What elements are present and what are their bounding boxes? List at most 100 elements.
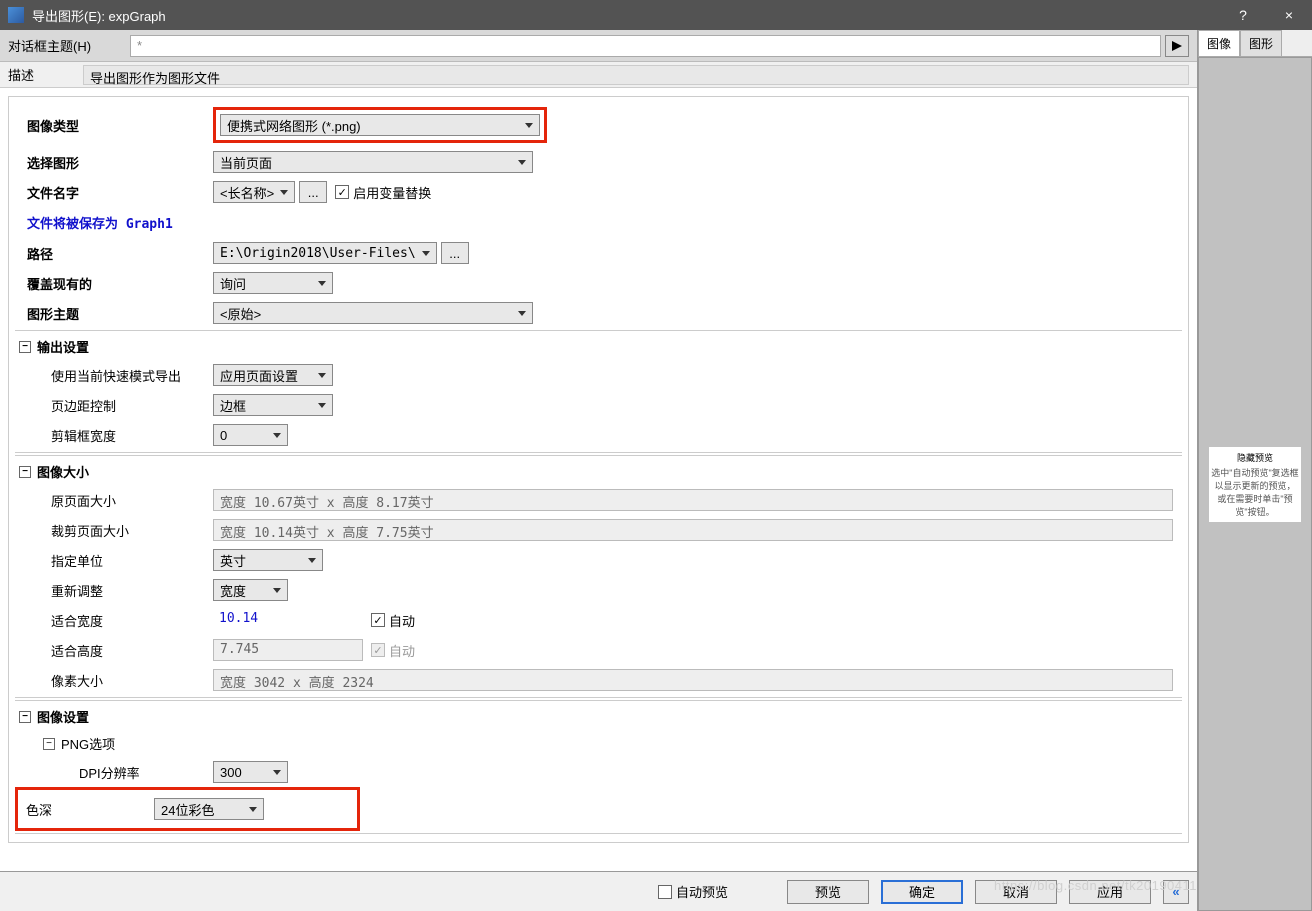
original-size-value: 宽度 10.67英寸 x 高度 8.17英寸 [213,489,1173,511]
preview-placeholder-hint3: 或在需要时单击"预览"按钮。 [1211,492,1299,518]
image-settings-title: 图像设置 [37,707,89,726]
fit-width-input[interactable]: 10.14 [213,609,363,631]
preview-tabs: 图像 图形 [1198,30,1312,57]
enable-var-substitution-checkbox[interactable]: 启用变量替换 [335,183,431,202]
path-select[interactable]: E:\Origin2018\User-Files\ [213,242,437,264]
image-settings-group: − 图像设置 − PNG选项 DPI分辨率 300 色深 24位彩色 [15,700,1182,834]
clip-width-select[interactable]: 0 [213,424,288,446]
preview-placeholder-hint1: 选中"自动预览"复选框 [1211,466,1299,479]
file-name-browse-button[interactable]: ... [299,181,327,203]
image-settings-header[interactable]: − 图像设置 [15,703,1182,730]
graph-theme-label: 图形主题 [23,304,213,323]
help-button[interactable]: ? [1220,0,1266,30]
image-type-highlight: 便携式网络图形 (*.png) [213,107,547,143]
app-icon [8,7,24,23]
fit-width-auto-checkbox[interactable]: 自动 [371,611,415,630]
graph-theme-select[interactable]: <原始> [213,302,533,324]
color-depth-row: 色深 24位彩色 [15,787,1182,831]
path-browse-button[interactable]: ... [441,242,469,264]
margin-select[interactable]: 边框 [213,394,333,416]
titlebar: 导出图形(E): expGraph ? × [0,0,1312,30]
left-panel: 对话框主题(H) * 描述 导出图形作为图形文件 图像类型 便携式网络图形 (*… [0,30,1198,911]
collapse-icon: − [19,466,31,478]
cropped-size-label: 裁剪页面大小 [23,521,213,540]
close-button[interactable]: × [1266,0,1312,30]
collapse-icon: − [19,341,31,353]
preview-placeholder: 隐藏预览 选中"自动预览"复选框 以显示更新的预览， 或在需要时单击"预览"按钮… [1209,447,1301,522]
checkbox-icon [371,613,385,627]
dialog-theme-input[interactable]: * [130,35,1161,57]
original-size-label: 原页面大小 [23,491,213,510]
fast-mode-row: 使用当前快速模式导出 应用页面设置 [15,360,1182,390]
play-icon [1172,41,1182,51]
select-graph-row: 选择图形 当前页面 [15,147,1182,177]
preview-area: 隐藏预览 选中"自动预览"复选框 以显示更新的预览， 或在需要时单击"预览"按钮… [1198,57,1312,911]
cropped-size-row: 裁剪页面大小 宽度 10.14英寸 x 高度 7.75英寸 [15,515,1182,545]
fit-width-label: 适合宽度 [23,611,213,630]
image-type-select[interactable]: 便携式网络图形 (*.png) [220,114,540,136]
enable-var-substitution-label: 启用变量替换 [353,183,431,202]
image-size-title: 图像大小 [37,462,89,481]
watermark: https://blog.csdn.net/tk20190411 [994,878,1197,893]
image-size-header[interactable]: − 图像大小 [15,458,1182,485]
fit-height-auto-label: 自动 [389,641,415,660]
fit-height-label: 适合高度 [23,641,213,660]
unit-row: 指定单位 英寸 [15,545,1182,575]
collapse-icon: − [43,738,55,750]
checkbox-icon [335,185,349,199]
preview-placeholder-title: 隐藏预览 [1211,451,1299,464]
file-name-select[interactable]: <长名称> [213,181,295,203]
overwrite-row: 覆盖现有的 询问 [15,268,1182,298]
tab-image[interactable]: 图像 [1198,30,1240,56]
original-size-row: 原页面大小 宽度 10.67英寸 x 高度 8.17英寸 [15,485,1182,515]
select-graph-select[interactable]: 当前页面 [213,151,533,173]
output-settings-header[interactable]: − 输出设置 [15,333,1182,360]
pixel-size-row: 像素大小 宽度 3042 x 高度 2324 [15,665,1182,695]
fit-height-row: 适合高度 7.745 自动 [15,635,1182,665]
cropped-size-value: 宽度 10.14英寸 x 高度 7.75英寸 [213,519,1173,541]
right-panel: 图像 图形 隐藏预览 选中"自动预览"复选框 以显示更新的预览， 或在需要时单击… [1198,30,1312,911]
fast-mode-label: 使用当前快速模式导出 [23,366,213,385]
image-type-row: 图像类型 便携式网络图形 (*.png) [15,103,1182,147]
overwrite-select[interactable]: 询问 [213,272,333,294]
unit-label: 指定单位 [23,551,213,570]
ok-button[interactable]: 确定 [881,880,963,904]
color-depth-select[interactable]: 24位彩色 [154,798,264,820]
preview-button[interactable]: 预览 [787,880,869,904]
auto-preview-checkbox[interactable]: 自动预览 [658,882,728,901]
description-label: 描述 [8,65,83,84]
output-settings-group: − 输出设置 使用当前快速模式导出 应用页面设置 页边距控制 边框 剪辑框宽度 … [15,330,1182,453]
file-name-row: 文件名字 <长名称> ... 启用变量替换 [15,177,1182,207]
overwrite-label: 覆盖现有的 [23,274,213,293]
margin-label: 页边距控制 [23,396,213,415]
save-as-message: 文件将被保存为 Graph1 [15,207,1182,238]
rescale-row: 重新调整 宽度 [15,575,1182,605]
dialog-theme-menu-button[interactable] [1165,35,1189,57]
dpi-select[interactable]: 300 [213,761,288,783]
checkbox-icon [658,885,672,899]
image-type-label: 图像类型 [23,116,213,135]
fast-mode-select[interactable]: 应用页面设置 [213,364,333,386]
graph-theme-row: 图形主题 <原始> [15,298,1182,328]
clip-width-row: 剪辑框宽度 0 [15,420,1182,450]
path-label: 路径 [23,244,213,263]
auto-preview-label: 自动预览 [676,882,728,901]
checkbox-icon [371,643,385,657]
preview-placeholder-hint2: 以显示更新的预览， [1211,479,1299,492]
path-row: 路径 E:\Origin2018\User-Files\ ... [15,238,1182,268]
fit-width-row: 适合宽度 10.14 自动 [15,605,1182,635]
rescale-select[interactable]: 宽度 [213,579,288,601]
image-size-group: − 图像大小 原页面大小 宽度 10.67英寸 x 高度 8.17英寸 裁剪页面… [15,455,1182,698]
dialog-theme-row: 对话框主题(H) * [0,30,1197,62]
png-options-header[interactable]: − PNG选项 [15,730,1182,757]
output-settings-title: 输出设置 [37,337,89,356]
collapse-icon: − [19,711,31,723]
png-options-title: PNG选项 [61,734,115,753]
tab-graph[interactable]: 图形 [1240,30,1282,56]
rescale-label: 重新调整 [23,581,213,600]
pixel-size-value: 宽度 3042 x 高度 2324 [213,669,1173,691]
description-row: 描述 导出图形作为图形文件 [0,62,1197,88]
color-depth-highlight: 色深 24位彩色 [15,787,360,831]
unit-select[interactable]: 英寸 [213,549,323,571]
pixel-size-label: 像素大小 [23,671,213,690]
